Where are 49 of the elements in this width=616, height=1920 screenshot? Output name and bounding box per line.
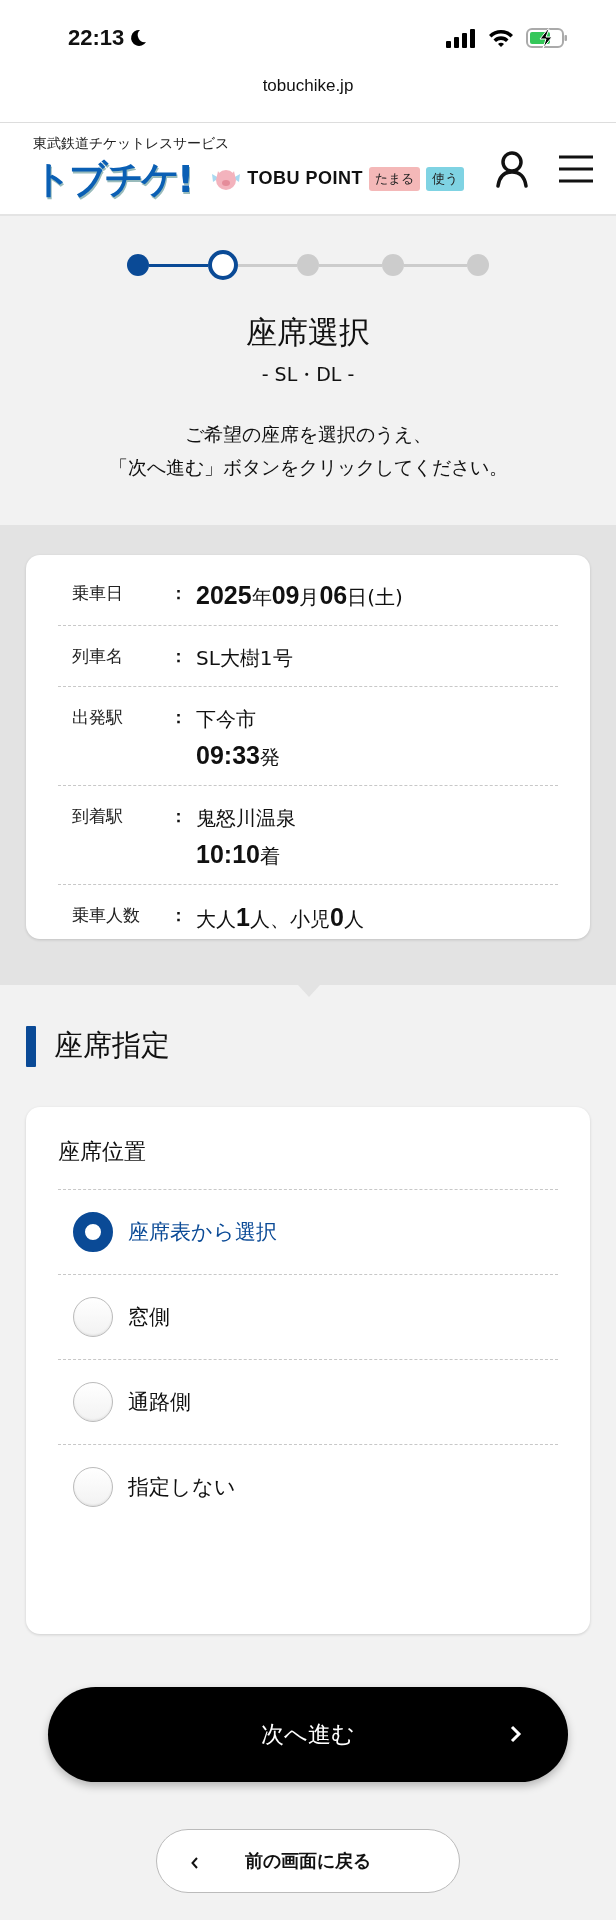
colon-separator: ： [170, 904, 188, 927]
next-button[interactable]: 次へ進む [48, 1687, 568, 1782]
site-logo[interactable]: トブチケ! [33, 154, 192, 203]
colon-separator: ： [170, 706, 188, 729]
radio-button[interactable] [73, 1382, 113, 1422]
service-tagline: 東武鉄道チケットレスサービス [33, 134, 230, 153]
menu-icon[interactable] [558, 153, 594, 184]
radio-button[interactable] [73, 1212, 113, 1252]
field-value: 下今市 [196, 706, 257, 733]
page-title: 座席選択 [245, 313, 371, 352]
url-text: tobuchike.jp [262, 76, 354, 96]
point-tag[interactable]: たまる [369, 166, 420, 191]
field-label: 到着駅 [72, 805, 124, 828]
field-label: 出発駅 [72, 706, 124, 729]
radio-button[interactable] [73, 1297, 113, 1337]
moon-icon [128, 28, 149, 48]
field-value: SL大樹1号 [196, 645, 294, 672]
option-label[interactable]: 座席表から選択 [128, 1218, 277, 1246]
colon-separator: ： [170, 805, 188, 828]
user-icon[interactable] [496, 149, 528, 188]
chevron-right-icon [510, 1725, 522, 1743]
section-title: 座席指定 [54, 1027, 170, 1064]
field-value: 大人1人、小児0人 [196, 902, 365, 933]
field-value: 鬼怒川温泉 [196, 805, 297, 832]
instruction-text: 「次へ進む」ボタンをクリックしてください。 [107, 455, 509, 480]
wifi-icon [488, 28, 514, 48]
section-marker [26, 1025, 36, 1067]
field-value: 09:33発 [196, 740, 281, 771]
group-label: 座席位置 [58, 1137, 558, 1190]
field-label: 乗車日 [72, 582, 124, 605]
status-time: 22:13 [68, 25, 125, 51]
instruction-text: ご希望の座席を選択のうえ、 [183, 422, 433, 447]
option-label[interactable]: 通路側 [128, 1388, 191, 1416]
field-value: 2025年09月06日(土) [196, 580, 404, 611]
option-label[interactable]: 指定しない [128, 1473, 236, 1501]
back-button[interactable]: 前の画面に戻る [156, 1829, 460, 1893]
battery-charging-icon [526, 27, 568, 49]
field-value: 10:10着 [196, 839, 281, 870]
option-label[interactable]: 窓側 [128, 1303, 170, 1331]
signal-icon [446, 28, 476, 48]
colon-separator: ： [170, 582, 188, 605]
field-label: 列車名 [72, 645, 124, 668]
page-subtitle: - SL・DL - [260, 362, 356, 387]
point-brand: TOBU POINT [247, 168, 363, 189]
radio-button[interactable] [73, 1467, 113, 1507]
colon-separator: ： [170, 645, 188, 668]
chevron-left-icon [191, 1857, 199, 1869]
field-label: 乗車人数 [72, 904, 141, 927]
point-tag[interactable]: 使う [426, 166, 464, 191]
